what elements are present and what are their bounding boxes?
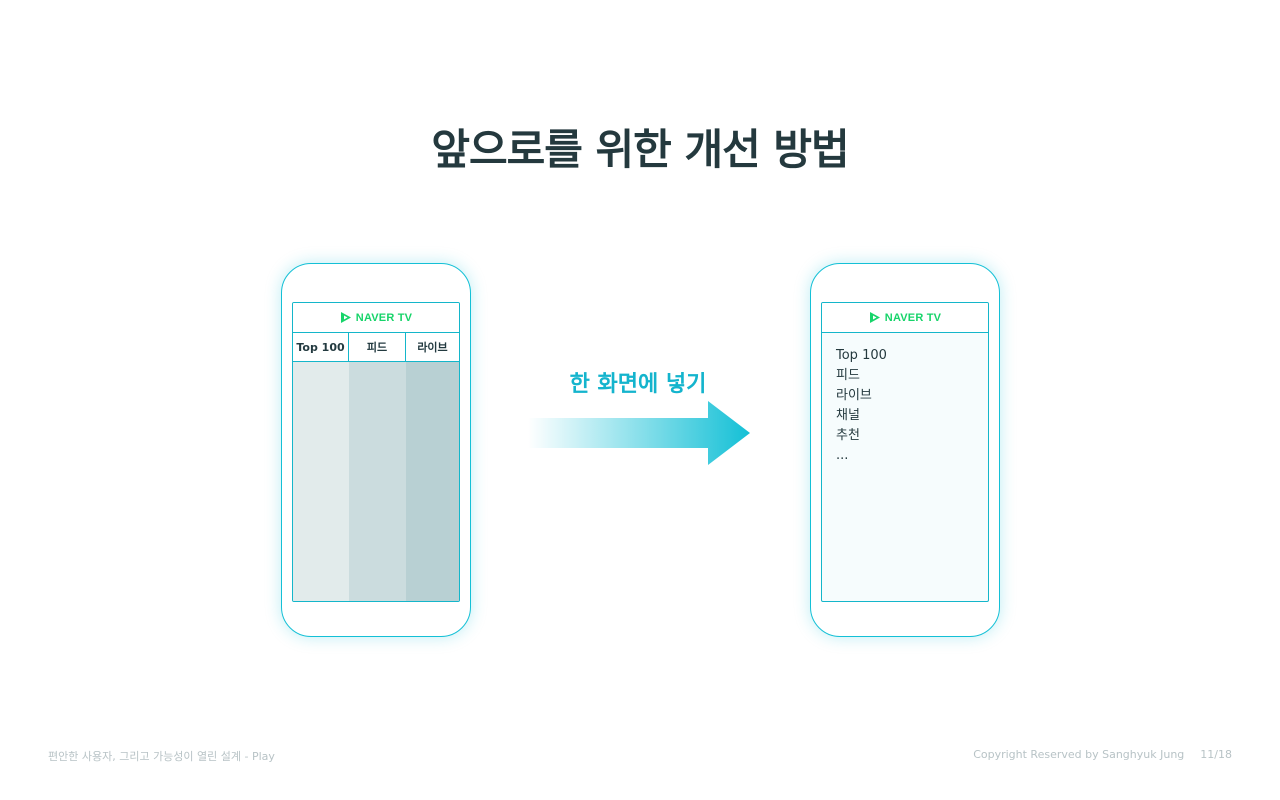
logo-text: NAVER TV — [355, 311, 413, 324]
tab-feed[interactable]: 피드 — [349, 333, 406, 361]
tab-live[interactable]: 라이브 — [406, 333, 459, 361]
menu-item-more[interactable]: ... — [836, 446, 988, 466]
logo-text: NAVER TV — [884, 311, 942, 324]
app-header: NAVER TV — [822, 303, 988, 333]
tab-bar: Top 100 피드 라이브 — [293, 333, 459, 362]
menu-item-top100[interactable]: Top 100 — [836, 346, 988, 366]
column-top100 — [293, 362, 349, 601]
menu-list: Top 100 피드 라이브 채널 추천 ... — [822, 333, 988, 466]
right-arrow-icon — [528, 401, 750, 465]
naver-tv-logo: NAVER TV — [869, 311, 941, 324]
phone-before: NAVER TV Top 100 피드 라이브 — [281, 263, 471, 637]
column-feed — [349, 362, 406, 601]
menu-item-channel[interactable]: 채널 — [836, 406, 988, 426]
menu-item-live[interactable]: 라이브 — [836, 386, 988, 406]
arrow-label: 한 화면에 넣기 — [569, 372, 707, 397]
play-icon — [869, 312, 880, 323]
play-icon — [340, 312, 351, 323]
page-number: 11/18 — [1200, 748, 1232, 761]
column-live — [406, 362, 459, 601]
phone-after: NAVER TV Top 100 피드 라이브 채널 추천 ... — [810, 263, 1000, 637]
naver-tv-logo: NAVER TV — [340, 311, 412, 324]
menu-item-recommend[interactable]: 추천 — [836, 426, 988, 446]
footer-copyright: Copyright Reserved by Sanghyuk Jung — [973, 748, 1185, 761]
phone-after-screen: NAVER TV Top 100 피드 라이브 채널 추천 ... — [821, 302, 989, 602]
footer-subtitle: 편안한 사용자, 그리고 가능성이 열린 설계 - Play — [48, 750, 275, 763]
slide-title: 앞으로를 위한 개선 방법 — [431, 125, 849, 174]
tab-columns — [293, 362, 459, 601]
footer-right: Copyright Reserved by Sanghyuk Jung 11/1… — [973, 748, 1232, 761]
tab-top100[interactable]: Top 100 — [293, 333, 349, 361]
menu-item-feed[interactable]: 피드 — [836, 366, 988, 386]
phone-before-screen: NAVER TV Top 100 피드 라이브 — [292, 302, 460, 602]
app-header: NAVER TV — [293, 303, 459, 333]
